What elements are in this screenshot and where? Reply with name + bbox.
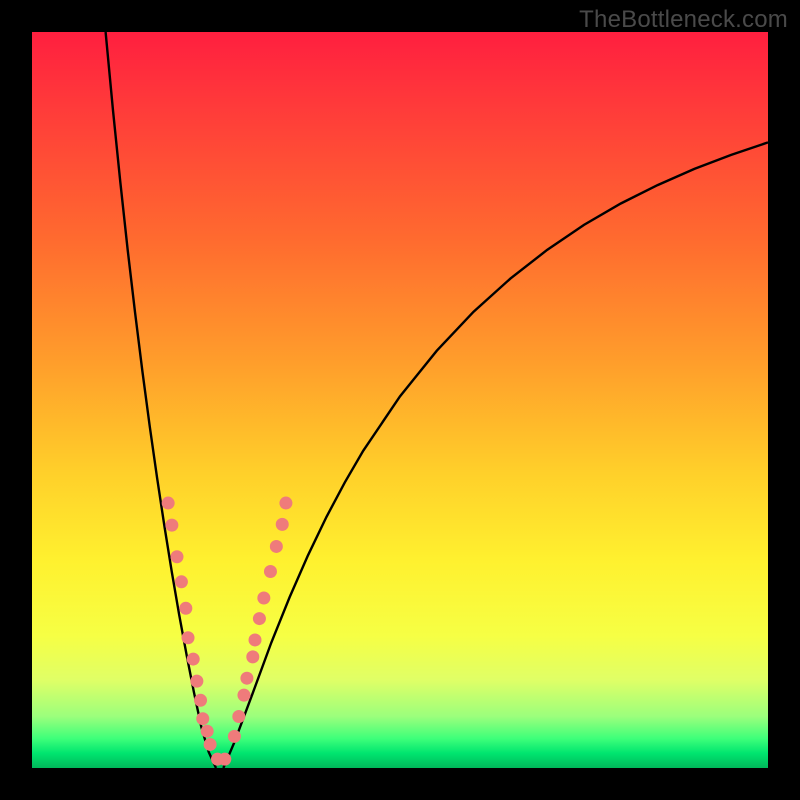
chart-frame: TheBottleneck.com bbox=[0, 0, 800, 800]
data-marker bbox=[279, 497, 292, 510]
curve-right-path bbox=[223, 142, 768, 768]
data-marker bbox=[228, 730, 241, 743]
data-marker bbox=[196, 712, 209, 725]
data-marker bbox=[257, 591, 270, 604]
data-marker bbox=[249, 633, 262, 646]
data-marker bbox=[170, 550, 183, 563]
data-marker bbox=[232, 710, 245, 723]
data-marker bbox=[240, 672, 253, 685]
data-marker bbox=[175, 575, 188, 588]
data-marker bbox=[253, 612, 266, 625]
watermark-text: TheBottleneck.com bbox=[579, 6, 788, 34]
data-marker bbox=[182, 631, 195, 644]
data-marker bbox=[187, 653, 200, 666]
data-marker bbox=[270, 540, 283, 553]
chart-svg bbox=[32, 32, 768, 768]
data-marker bbox=[162, 497, 175, 510]
data-marker bbox=[179, 602, 192, 615]
data-marker bbox=[201, 725, 214, 738]
data-marker bbox=[190, 675, 203, 688]
data-marker bbox=[204, 738, 217, 751]
data-marker bbox=[237, 689, 250, 702]
data-marker bbox=[264, 565, 277, 578]
data-marker bbox=[246, 650, 259, 663]
plot-area bbox=[32, 32, 768, 768]
data-marker bbox=[218, 753, 231, 766]
data-marker bbox=[165, 519, 178, 532]
data-marker bbox=[276, 518, 289, 531]
data-marker bbox=[194, 694, 207, 707]
curve-group bbox=[106, 32, 768, 768]
